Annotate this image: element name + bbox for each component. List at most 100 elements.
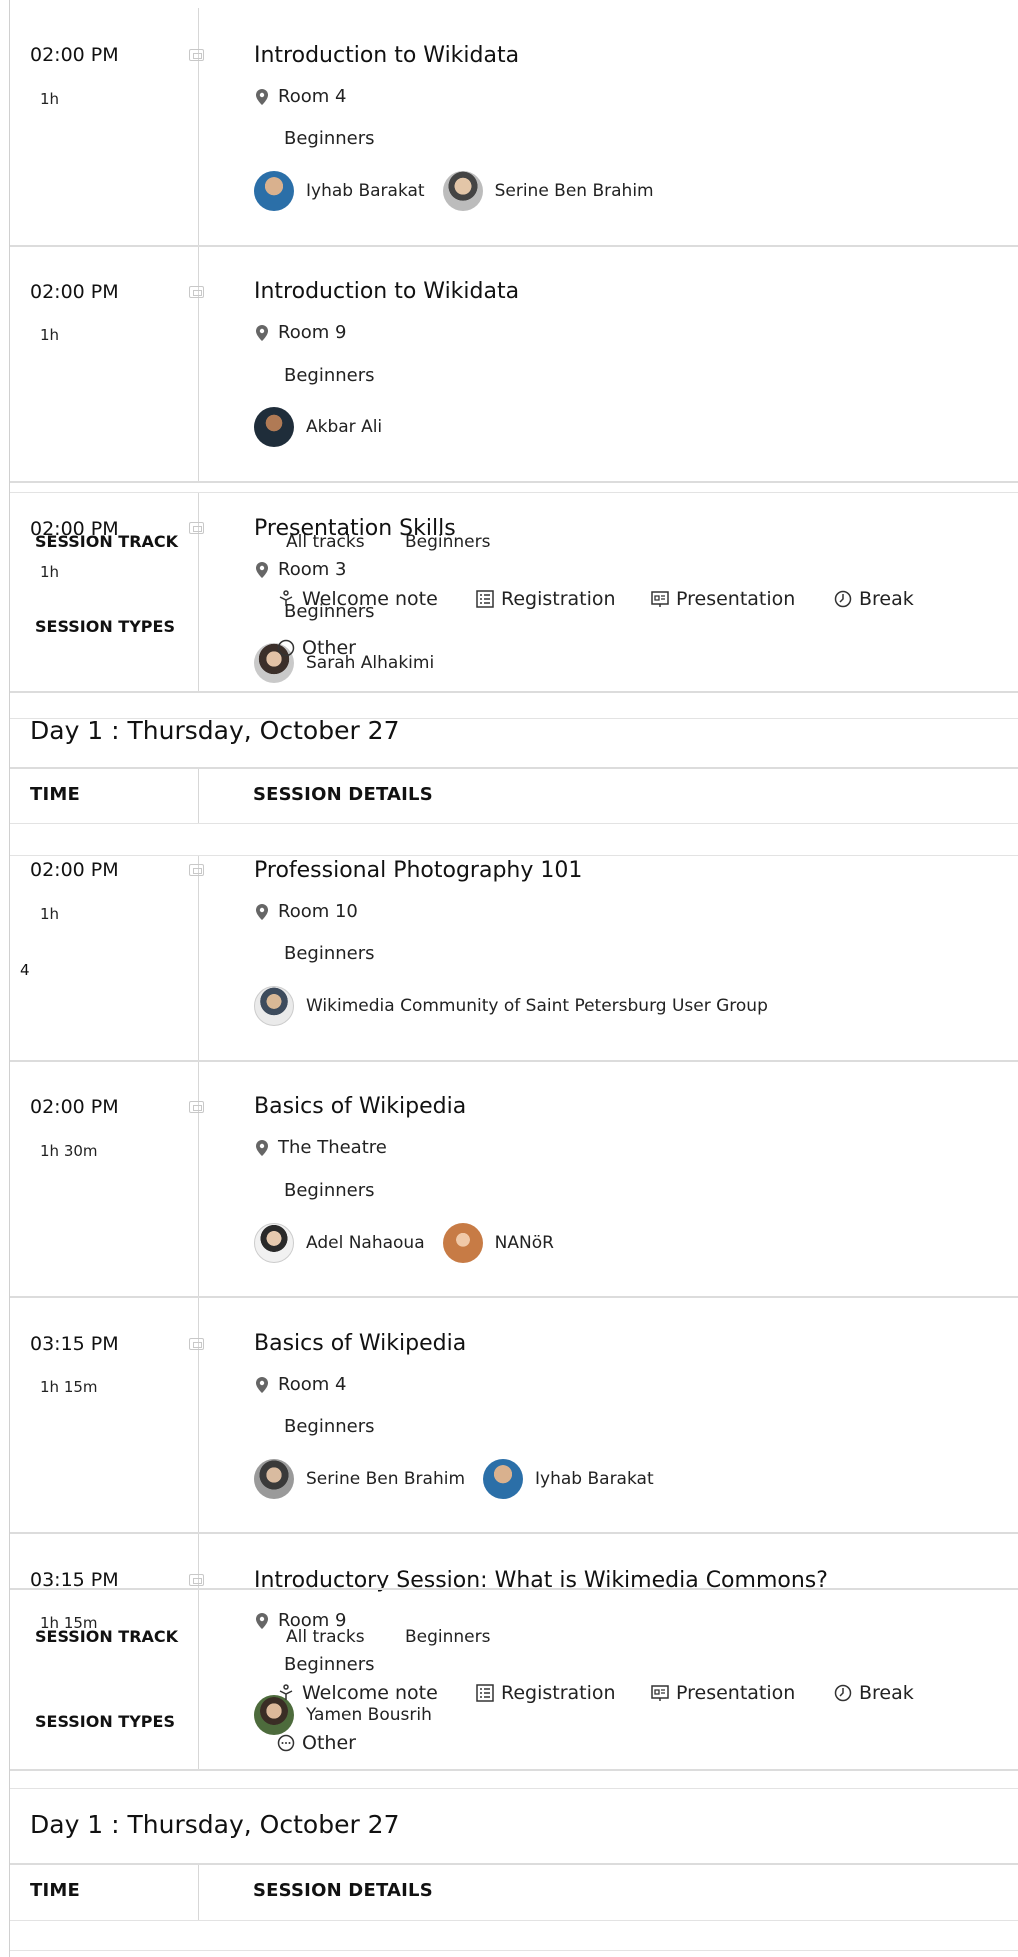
track-filter-all[interactable]: All tracks [286,1627,365,1647]
presentation-icon [189,286,204,298]
presentation-icon [189,522,204,534]
avatar [442,171,483,211]
type-label: Other [302,1732,356,1754]
speaker-name: Iyhab Barakat [306,181,425,201]
details-column-header: SESSION DETAILS [253,784,433,805]
type-label: Break [859,588,914,610]
room-label: Room 4 [278,1374,347,1395]
divider [10,1950,1018,1951]
session-room: Room 10 [254,901,358,922]
type-break[interactable]: Break [833,588,914,610]
type-welcome-note[interactable]: Welcome note [276,588,438,610]
type-other[interactable]: Other [276,1732,356,1754]
session-track[interactable]: Beginners [284,128,375,149]
session-title[interactable]: Professional Photography 101 [254,858,582,883]
type-label: Break [859,1682,914,1704]
session-title[interactable]: Introduction to Wikidata [254,279,519,304]
track-filter-beginners[interactable]: Beginners [405,532,491,552]
column-divider [198,1865,199,1920]
room-label: Room 3 [278,559,347,580]
speaker-list: Wikimedia Community of Saint Petersburg … [254,986,768,1026]
timer-icon [834,590,852,608]
speaker[interactable]: NANöR [442,1223,554,1263]
side-number: 4 [20,961,30,979]
speaker-name: Adel Nahaoua [306,1233,425,1253]
type-label: Presentation [676,1682,796,1704]
speaker[interactable]: Serine Ben Brahim [442,171,654,211]
type-label: Registration [501,1682,616,1704]
type-label: Registration [501,588,616,610]
presentation-icon [189,1338,204,1350]
speaker[interactable]: Serine Ben Brahim [254,1459,465,1499]
session-title[interactable]: Introduction to Wikidata [254,43,519,68]
time-divider [198,8,199,245]
avatar [254,1459,294,1499]
session-track[interactable]: Beginners [284,943,375,964]
speaker[interactable]: Iyhab Barakat [483,1459,654,1499]
type-presentation[interactable]: Presentation [650,1682,795,1704]
speaker[interactable]: Adel Nahaoua [254,1223,425,1263]
session-track[interactable]: Beginners [284,1416,375,1437]
divider [10,823,1018,824]
type-other[interactable]: Other [276,637,356,659]
time-divider [198,1298,199,1532]
list-icon [476,590,494,608]
type-registration[interactable]: Registration [475,588,616,610]
type-welcome-note[interactable]: Welcome note [276,1682,438,1704]
session-track[interactable]: Beginners [284,1180,375,1201]
type-break[interactable]: Break [833,1682,914,1704]
avatar [442,1223,483,1263]
timer-icon [834,1684,852,1702]
overlay-top-edge [10,1588,1018,1590]
divider [10,1863,1018,1865]
type-label: Presentation [676,588,796,610]
type-presentation[interactable]: Presentation [650,588,795,610]
session-title[interactable]: Basics of Wikipedia [254,1094,466,1119]
speaker-list: Serine Ben Brahim Iyhab Barakat [254,1459,654,1499]
room-label: The Theatre [278,1137,387,1158]
speaker-name: Akbar Ali [306,417,383,437]
track-filter-all[interactable]: All tracks [286,532,365,552]
avatar [254,1223,294,1263]
session-track[interactable]: Beginners [284,365,375,386]
row-divider [10,1532,1018,1534]
speaker-name: Iyhab Barakat [535,1469,654,1489]
details-column-header: SESSION DETAILS [253,1880,433,1901]
type-label: Welcome note [302,1682,438,1704]
type-label: Welcome note [302,588,438,610]
speaker[interactable]: Iyhab Barakat [254,171,425,211]
session-track-label: SESSION TRACK [35,1627,179,1646]
row-divider [10,492,1018,493]
speaker-list: Adel Nahaoua NANöR [254,1223,554,1263]
session-types-label: SESSION TYPES [35,617,175,636]
session-duration: 1h [40,90,60,108]
session-track-label: SESSION TRACK [35,532,179,551]
session-time: 02:00 PM [30,859,119,881]
time-column-header: TIME [30,1880,80,1901]
session-time: 02:00 PM [30,44,119,66]
divider [10,767,1018,769]
time-divider [198,1062,199,1296]
session-room: Room 9 [254,322,346,343]
time-column-header: TIME [30,784,80,805]
session-room: The Theatre [254,1137,387,1158]
location-pin-icon [256,1376,268,1393]
location-pin-icon [256,1139,268,1156]
more-icon [277,639,295,657]
type-registration[interactable]: Registration [475,1682,616,1704]
avatar [254,171,294,211]
session-track[interactable]: Beginners [284,1654,375,1675]
speaker-name: Serine Ben Brahim [306,1469,466,1489]
speaker-list: Akbar Ali [254,407,382,447]
session-time: 03:15 PM [30,1333,119,1355]
divider [10,1788,1018,1789]
row-divider [10,245,1018,247]
session-time: 02:00 PM [30,1096,119,1118]
speaker[interactable]: Akbar Ali [254,407,382,447]
session-title[interactable]: Basics of Wikipedia [254,1331,466,1356]
row-divider [10,481,1018,483]
track-filter-beginners[interactable]: Beginners [405,1627,491,1647]
welcome-icon [279,590,293,606]
location-pin-icon [256,561,268,578]
speaker[interactable]: Wikimedia Community of Saint Petersburg … [254,986,768,1026]
